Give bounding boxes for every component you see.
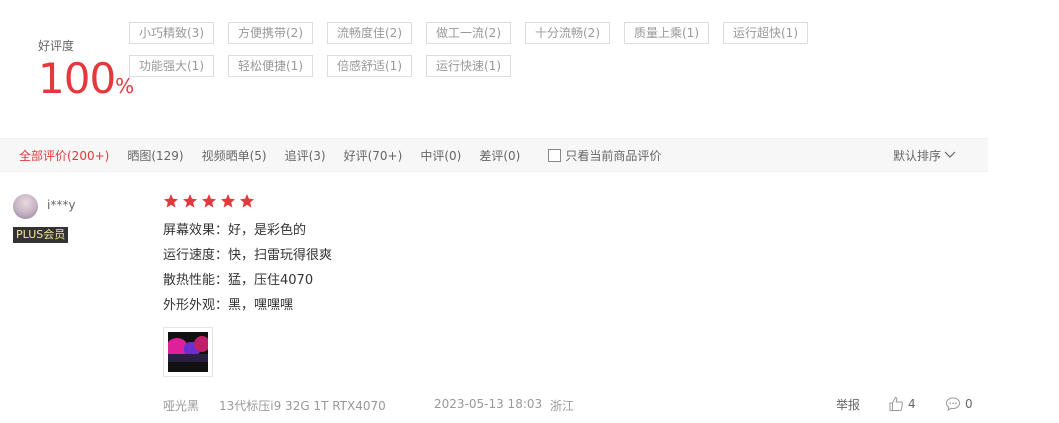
review-tag[interactable]: 做工一流(2): [426, 22, 511, 44]
review-location: 浙江: [550, 399, 575, 413]
tab-photo-reviews[interactable]: 晒图(129): [127, 147, 183, 164]
rating-label: 好评度: [38, 39, 75, 53]
report-button[interactable]: 举报: [836, 396, 860, 413]
tab-positive-reviews[interactable]: 好评(70+): [344, 147, 403, 164]
product-color: 哑光黑: [163, 399, 200, 413]
review-tags: 小巧精致(3) 方便携带(2) 流畅度佳(2) 做工一流(2) 十分流畅(2) …: [129, 22, 919, 88]
tab-follow-up-reviews[interactable]: 追评(3): [285, 147, 326, 164]
review-tag[interactable]: 轻松便捷(1): [228, 55, 313, 77]
like-count: 4: [908, 397, 916, 411]
tab-negative-reviews[interactable]: 差评(0): [479, 147, 520, 164]
review-tag[interactable]: 功能强大(1): [129, 55, 214, 77]
comment-icon: [945, 397, 961, 411]
review-line: 外形外观：黑，嘿嘿嘿: [163, 298, 294, 313]
review-tag[interactable]: 方便携带(2): [228, 22, 313, 44]
star-icon: [202, 194, 216, 208]
chevron-down-icon: [944, 148, 956, 162]
tab-neutral-reviews[interactable]: 中评(0): [420, 147, 461, 164]
star-icon: [240, 194, 254, 208]
only-current-label: 只看当前商品评价: [565, 148, 662, 163]
review-date: 2023-05-13 18:03: [434, 397, 543, 411]
review-tag[interactable]: 运行超快(1): [723, 22, 808, 44]
tab-video-reviews[interactable]: 视频晒单(5): [202, 147, 267, 164]
rating-number: 100: [38, 54, 116, 103]
review-tag[interactable]: 倍感舒适(1): [327, 55, 412, 77]
review-tag[interactable]: 运行快速(1): [426, 55, 511, 77]
review-content: 屏幕效果：好，是彩色的 运行速度：快，扫雷玩得很爽 散热性能：猛，压住4070 …: [163, 221, 332, 321]
comment-count: 0: [965, 397, 973, 411]
thumbs-up-icon: [889, 396, 903, 411]
star-icon: [164, 194, 178, 208]
sort-label: 默认排序: [892, 148, 941, 163]
review-tag[interactable]: 质量上乘(1): [624, 22, 709, 44]
report-label: 举报: [836, 398, 861, 412]
product-spec: 13代标压i9 32G 1T RTX4070: [219, 399, 386, 413]
star-rating: [163, 193, 258, 209]
review-line: 散热性能：猛，压住4070: [163, 273, 314, 288]
tab-all-reviews[interactable]: 全部评价(200+): [19, 147, 109, 164]
rating-value: 100%: [38, 56, 134, 102]
photo-image: [168, 332, 208, 372]
star-icon: [221, 194, 235, 208]
review-photo-thumbnail[interactable]: [163, 327, 213, 377]
review-line: 屏幕效果：好，是彩色的: [163, 223, 307, 238]
only-current-checkbox[interactable]: [548, 148, 562, 162]
review-tag[interactable]: 十分流畅(2): [525, 22, 610, 44]
rating-summary: 好评度 100%: [38, 38, 134, 102]
review-tag[interactable]: 流畅度佳(2): [327, 22, 412, 44]
plus-member-badge: PLUS会员: [13, 227, 69, 243]
avatar[interactable]: [13, 194, 38, 219]
sort-dropdown[interactable]: 默认排序: [893, 139, 956, 171]
comment-button[interactable]: 0: [945, 396, 973, 412]
star-icon: [183, 194, 197, 208]
only-current-product-filter[interactable]: 只看当前商品评价: [548, 147, 661, 164]
review-filter-bar: 全部评价(200+) 晒图(129) 视频晒单(5) 追评(3) 好评(70+)…: [0, 138, 988, 172]
reviewer-username: i***y: [47, 198, 76, 212]
review-line: 运行速度：快，扫雷玩得很爽: [163, 248, 333, 263]
like-button[interactable]: 4: [888, 396, 916, 412]
review-tag[interactable]: 小巧精致(3): [129, 22, 214, 44]
